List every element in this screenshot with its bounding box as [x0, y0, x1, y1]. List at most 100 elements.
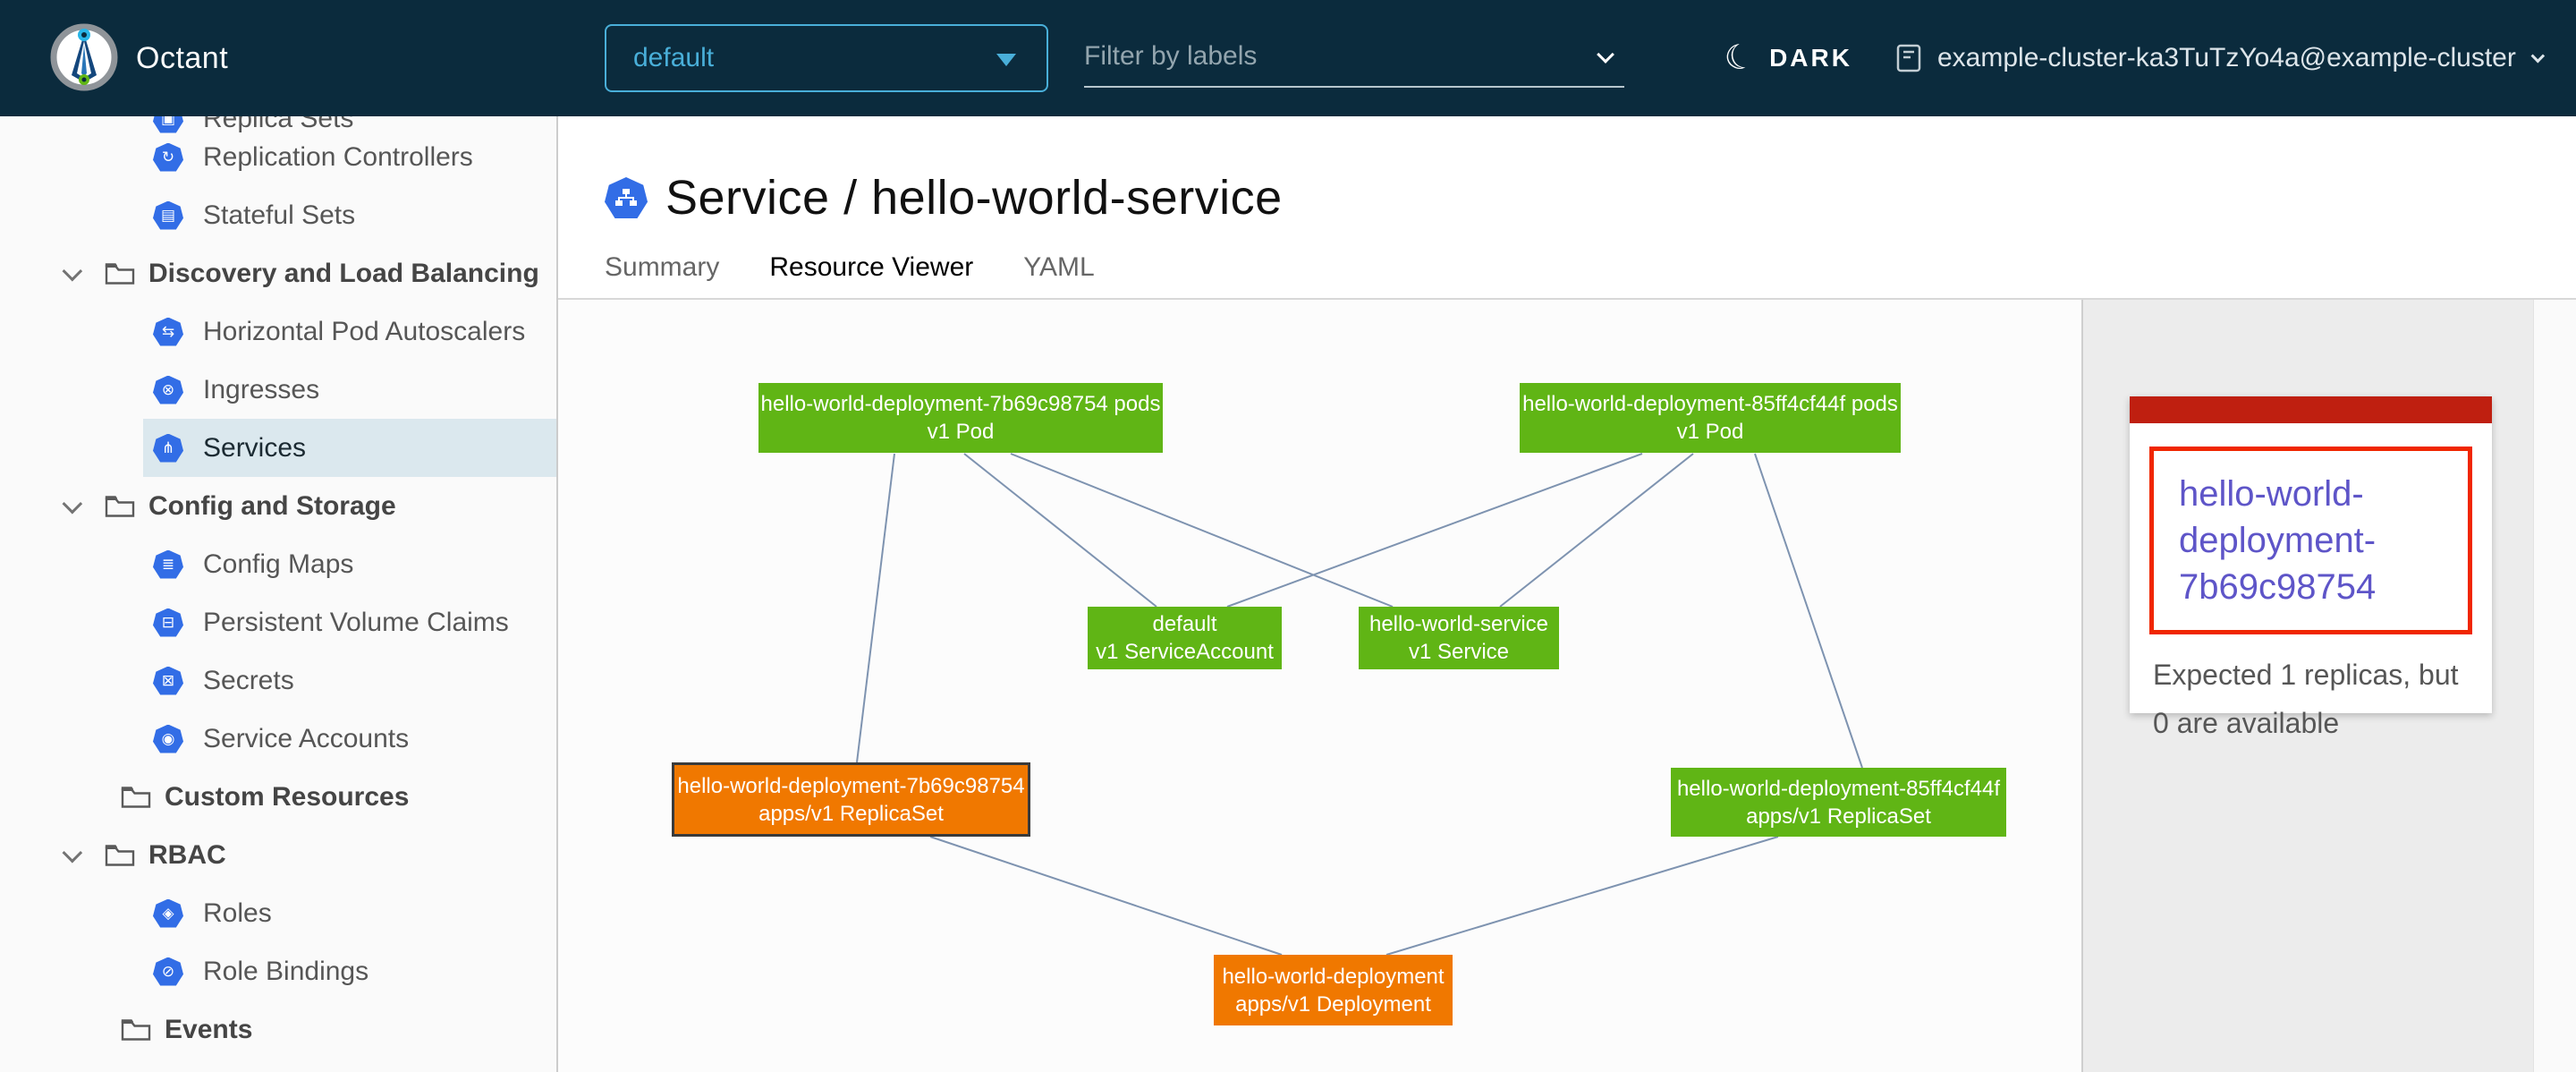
graph-edge [964, 454, 1157, 607]
cluster-chevron-icon [2530, 48, 2545, 63]
sidebar-group-label: Discovery and Load Balancing [148, 259, 539, 289]
sidebar-item-stateful-sets[interactable]: ▤Stateful Sets [0, 186, 556, 244]
sidebar-item-label: Roles [203, 898, 272, 929]
moon-icon: ☾ [1721, 38, 1758, 78]
namespace-value: default [633, 43, 714, 73]
graph-node-deployment-hello-world[interactable]: hello-world-deploymentapps/v1 Deployment [1214, 955, 1453, 1025]
hpa-icon: ⇆ [153, 318, 183, 346]
chevron-down-icon[interactable] [63, 842, 83, 863]
sidebar-item-ingresses[interactable]: ⊗Ingresses [0, 361, 556, 419]
sidebar-group-label: RBAC [148, 840, 226, 871]
folder-icon [104, 490, 136, 523]
chevron-down-icon[interactable] [63, 260, 83, 281]
graph-node-replicaset-7b69c98754[interactable]: hello-world-deployment-7b69c98754apps/v1… [672, 762, 1030, 837]
detail-panel: hello-world-deployment-7b69c98754 Expect… [2081, 300, 2533, 1072]
sidebar-group-label: Custom Resources [165, 782, 409, 813]
folder-icon [104, 258, 136, 290]
tab-bar: Summary Resource Viewer YAML [605, 252, 1095, 304]
sidebar-item-replication-controllers[interactable]: ↻ Replication Controllers [0, 128, 556, 186]
sidebar-item-config-maps[interactable]: ≣ Config Maps [0, 535, 556, 593]
folder-icon [104, 839, 136, 872]
ingresses-icon: ⊗ [153, 376, 183, 404]
sidebar-item-config-and-storage[interactable]: Config and Storage [0, 477, 556, 535]
node-name: default [1152, 610, 1216, 638]
role-bindings-icon: ⊘ [153, 957, 183, 986]
sidebar-item-label: Persistent Volume Claims [203, 608, 509, 638]
sidebar-item-label: Secrets [203, 666, 294, 696]
replicaset-link[interactable]: hello-world-deployment-7b69c98754 [2179, 474, 2376, 607]
sidebar-item-services[interactable]: ⋔ Services [0, 419, 556, 477]
sidebar-item-persistent-volume-claims[interactable]: ⊟ Persistent Volume Claims [0, 593, 556, 651]
theme-toggle-label: DARK [1769, 44, 1852, 72]
graph-node-service-hello-world[interactable]: hello-world-servicev1 Service [1359, 607, 1559, 669]
service-icon [605, 177, 648, 218]
cluster-selector[interactable]: example-cluster-ka3TuTzYo4a@example-clus… [1894, 0, 2540, 116]
sidebar-item-label: Config Maps [203, 549, 353, 580]
alert-message: Expected 1 replicas, but 0 are available [2130, 634, 2492, 763]
node-name: hello-world-deployment-85ff4cf44f pods [1522, 390, 1898, 418]
graph-edge [1011, 454, 1393, 607]
octant-logo-icon [50, 23, 118, 91]
resource-graph: hello-world-deployment-7b69c98754 podsv1… [558, 300, 2080, 1072]
alert-card-header [2130, 396, 2492, 423]
chevron-down-icon[interactable] [1597, 46, 1614, 64]
sidebar-item-label: Service Accounts [203, 724, 409, 754]
theme-toggle-button[interactable]: ☾ DARK [1724, 0, 1852, 116]
folder-icon [120, 1014, 152, 1046]
config-maps-icon: ≣ [153, 550, 183, 579]
sidebar-item-events[interactable]: Events [0, 1000, 556, 1059]
node-kind: apps/v1 Deployment [1235, 991, 1431, 1018]
node-name: hello-world-deployment [1222, 963, 1444, 991]
cluster-icon [1894, 41, 1923, 75]
label-filter-input[interactable]: Filter by labels [1084, 27, 1624, 88]
graph-edge [857, 454, 894, 762]
sidebar-item-label: Replication Controllers [203, 142, 473, 173]
alert-box: hello-world-deployment-7b69c98754 [2149, 447, 2472, 634]
app-title: Octant [136, 0, 228, 116]
tab-resource-viewer[interactable]: Resource Viewer [769, 252, 973, 304]
services-icon: ⋔ [153, 434, 183, 463]
node-kind: v1 Pod [928, 418, 995, 446]
node-name: hello-world-deployment-7b69c98754 pods [761, 390, 1161, 418]
node-kind: apps/v1 ReplicaSet [758, 800, 944, 828]
chevron-down-icon[interactable] [63, 493, 83, 514]
sidebar-item-rbac[interactable]: RBAC [0, 826, 556, 884]
sidebar-item-service-accounts[interactable]: ◉ Service Accounts [0, 710, 556, 768]
graph-node-pod-7b69c98754[interactable]: hello-world-deployment-7b69c98754 podsv1… [758, 383, 1163, 453]
page-title: Service / hello-world-service [665, 170, 1283, 225]
graph-node-serviceaccount-default[interactable]: defaultv1 ServiceAccount [1088, 607, 1282, 669]
sidebar-item-role-bindings[interactable]: ⊘ Role Bindings [0, 942, 556, 1000]
tab-summary[interactable]: Summary [605, 252, 719, 304]
tab-yaml[interactable]: YAML [1023, 252, 1094, 304]
pvc-icon: ⊟ [153, 608, 183, 637]
replication-controllers-icon: ↻ [153, 143, 183, 172]
node-kind: v1 Pod [1677, 418, 1744, 446]
graph-node-replicaset-85ff4cf44f[interactable]: hello-world-deployment-85ff4cf44fapps/v1… [1671, 768, 2006, 837]
service-accounts-icon: ◉ [153, 725, 183, 753]
node-kind: apps/v1 ReplicaSet [1746, 803, 1931, 830]
sidebar-nav: ▣Replica Sets↻Replication Controllers▤St… [0, 0, 558, 1072]
sidebar-item-secrets[interactable]: ⊠Secrets [0, 651, 556, 710]
graph-node-pod-85ff4cf44f[interactable]: hello-world-deployment-85ff4cf44f podsv1… [1520, 383, 1901, 453]
scrollbar-gutter[interactable] [2533, 300, 2576, 1072]
sidebar-item-custom-resources[interactable]: Custom Resources [0, 768, 556, 826]
sidebar-item-horizontal-pod-autoscalers[interactable]: ⇆ Horizontal Pod Autoscalers [0, 302, 556, 361]
sidebar-item-label: Services [203, 433, 306, 464]
namespace-dropdown[interactable]: default [605, 24, 1048, 92]
dropdown-caret-icon [996, 54, 1016, 66]
sidebar-item-label: Role Bindings [203, 957, 369, 987]
graph-edge [1500, 454, 1693, 607]
graph-edge [930, 837, 1282, 955]
folder-icon [120, 781, 152, 813]
sidebar-item-discovery-and-load-balancing[interactable]: Discovery and Load Balancing [0, 244, 556, 302]
graph-edge [1386, 837, 1778, 955]
alert-card: hello-world-deployment-7b69c98754 Expect… [2130, 396, 2492, 713]
node-name: hello-world-deployment-85ff4cf44f [1677, 775, 2000, 803]
node-name: hello-world-deployment-7b69c98754 [677, 772, 1024, 800]
sidebar-item-roles[interactable]: ◈ Roles [0, 884, 556, 942]
sidebar-item-label: Horizontal Pod Autoscalers [203, 317, 525, 347]
node-kind: v1 ServiceAccount [1096, 638, 1274, 666]
label-filter-placeholder: Filter by labels [1084, 41, 1257, 72]
app-header: Octant default Filter by labels ☾ DARK e… [0, 0, 2576, 116]
roles-icon: ◈ [153, 899, 183, 928]
